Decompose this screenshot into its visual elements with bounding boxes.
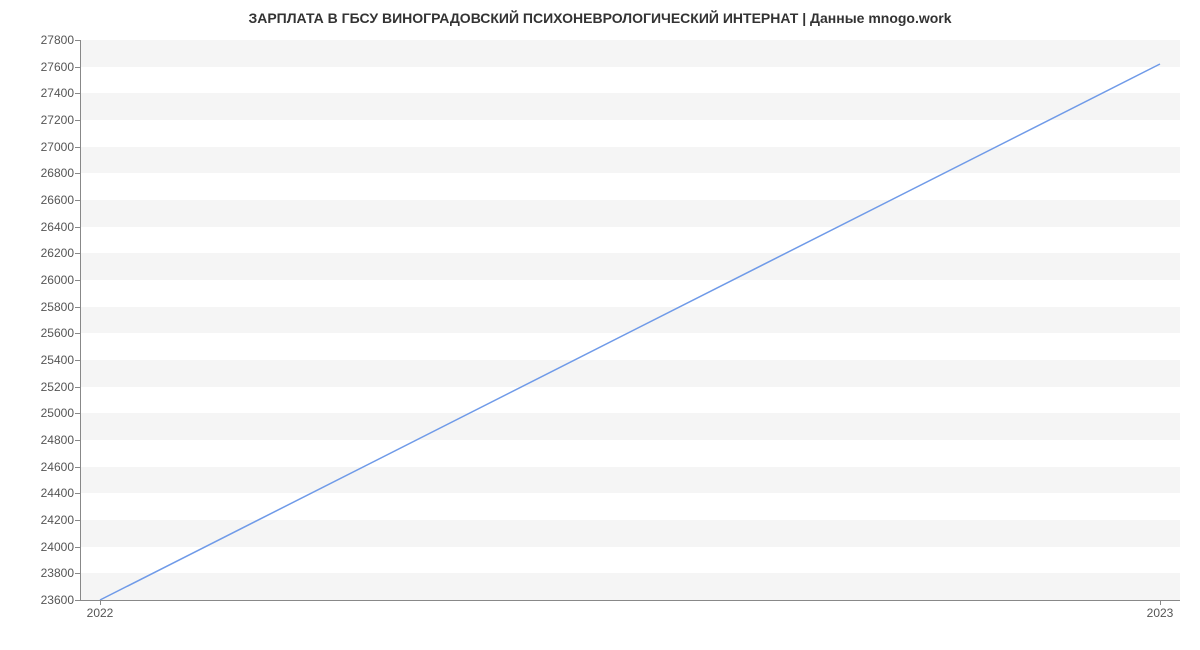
y-tick-mark	[75, 173, 80, 174]
y-tick: 26000	[14, 273, 74, 287]
x-tick-0: 2022	[87, 606, 114, 620]
plot-area	[80, 40, 1180, 600]
x-tick-mark-0	[100, 600, 101, 605]
y-tick-mark	[75, 307, 80, 308]
y-tick-mark	[75, 547, 80, 548]
y-tick-mark	[75, 573, 80, 574]
y-tick-mark	[75, 387, 80, 388]
y-tick: 25600	[14, 326, 74, 340]
y-tick-mark	[75, 440, 80, 441]
y-tick: 24600	[14, 460, 74, 474]
y-tick: 24800	[14, 433, 74, 447]
y-tick-mark	[75, 40, 80, 41]
line-layer	[80, 40, 1180, 600]
y-tick: 25000	[14, 406, 74, 420]
y-tick: 27000	[14, 140, 74, 154]
y-tick: 25200	[14, 380, 74, 394]
data-line	[100, 64, 1160, 600]
y-tick: 27200	[14, 113, 74, 127]
y-tick: 27600	[14, 60, 74, 74]
y-tick: 24400	[14, 486, 74, 500]
x-tick-mark-1	[1160, 600, 1161, 605]
y-tick-mark	[75, 520, 80, 521]
y-tick-mark	[75, 93, 80, 94]
y-tick: 26800	[14, 166, 74, 180]
y-tick-mark	[75, 200, 80, 201]
y-tick: 26200	[14, 246, 74, 260]
y-tick-mark	[75, 280, 80, 281]
salary-chart: ЗАРПЛАТА В ГБСУ ВИНОГРАДОВСКИЙ ПСИХОНЕВР…	[0, 0, 1200, 650]
y-tick: 23600	[14, 593, 74, 607]
y-tick-mark	[75, 360, 80, 361]
y-tick-mark	[75, 493, 80, 494]
y-tick: 27800	[14, 33, 74, 47]
y-tick-mark	[75, 227, 80, 228]
y-tick-mark	[75, 333, 80, 334]
x-tick-1: 2023	[1147, 606, 1174, 620]
y-tick: 23800	[14, 566, 74, 580]
y-tick: 25800	[14, 300, 74, 314]
y-tick-mark	[75, 67, 80, 68]
chart-title: ЗАРПЛАТА В ГБСУ ВИНОГРАДОВСКИЙ ПСИХОНЕВР…	[0, 10, 1200, 26]
y-tick: 25400	[14, 353, 74, 367]
y-tick: 26600	[14, 193, 74, 207]
y-tick: 24000	[14, 540, 74, 554]
y-tick: 26400	[14, 220, 74, 234]
y-axis	[80, 40, 81, 600]
y-tick-mark	[75, 413, 80, 414]
y-tick-mark	[75, 467, 80, 468]
y-tick: 24200	[14, 513, 74, 527]
x-axis	[80, 600, 1180, 601]
y-tick-mark	[75, 120, 80, 121]
y-tick-mark	[75, 600, 80, 601]
y-tick: 27400	[14, 86, 74, 100]
y-tick-mark	[75, 147, 80, 148]
y-tick-mark	[75, 253, 80, 254]
